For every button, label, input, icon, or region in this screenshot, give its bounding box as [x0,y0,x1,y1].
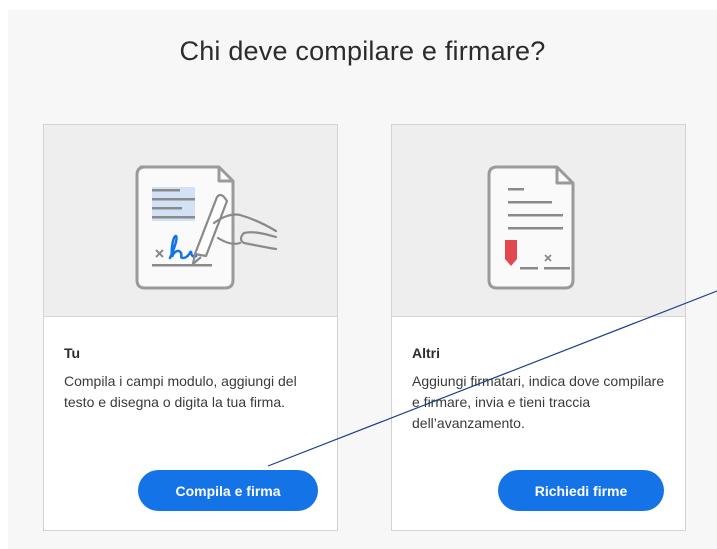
dialog-title: Chi deve compilare e firmare? [179,36,546,66]
card-others-title: Altri [412,345,440,361]
card-you[interactable]: Tu Compila i campi modulo, aggiungi del … [43,124,338,531]
card-others-illustration [392,125,685,317]
fill-and-sign-button[interactable]: Compila e firma [138,470,318,511]
card-you-title: Tu [64,345,81,361]
card-you-description: Compila i campi modulo, aggiungi del tes… [64,373,297,410]
document-signature-request-icon [487,165,575,290]
document-hand-sign-icon [135,165,278,290]
card-you-illustration [44,125,337,317]
card-others-description: Aggiungi firmatari, indica dove compilar… [412,373,665,431]
card-others[interactable]: Altri Aggiungi firmatari, indica dove co… [391,124,686,531]
request-signatures-button[interactable]: Richiedi firme [498,470,664,511]
